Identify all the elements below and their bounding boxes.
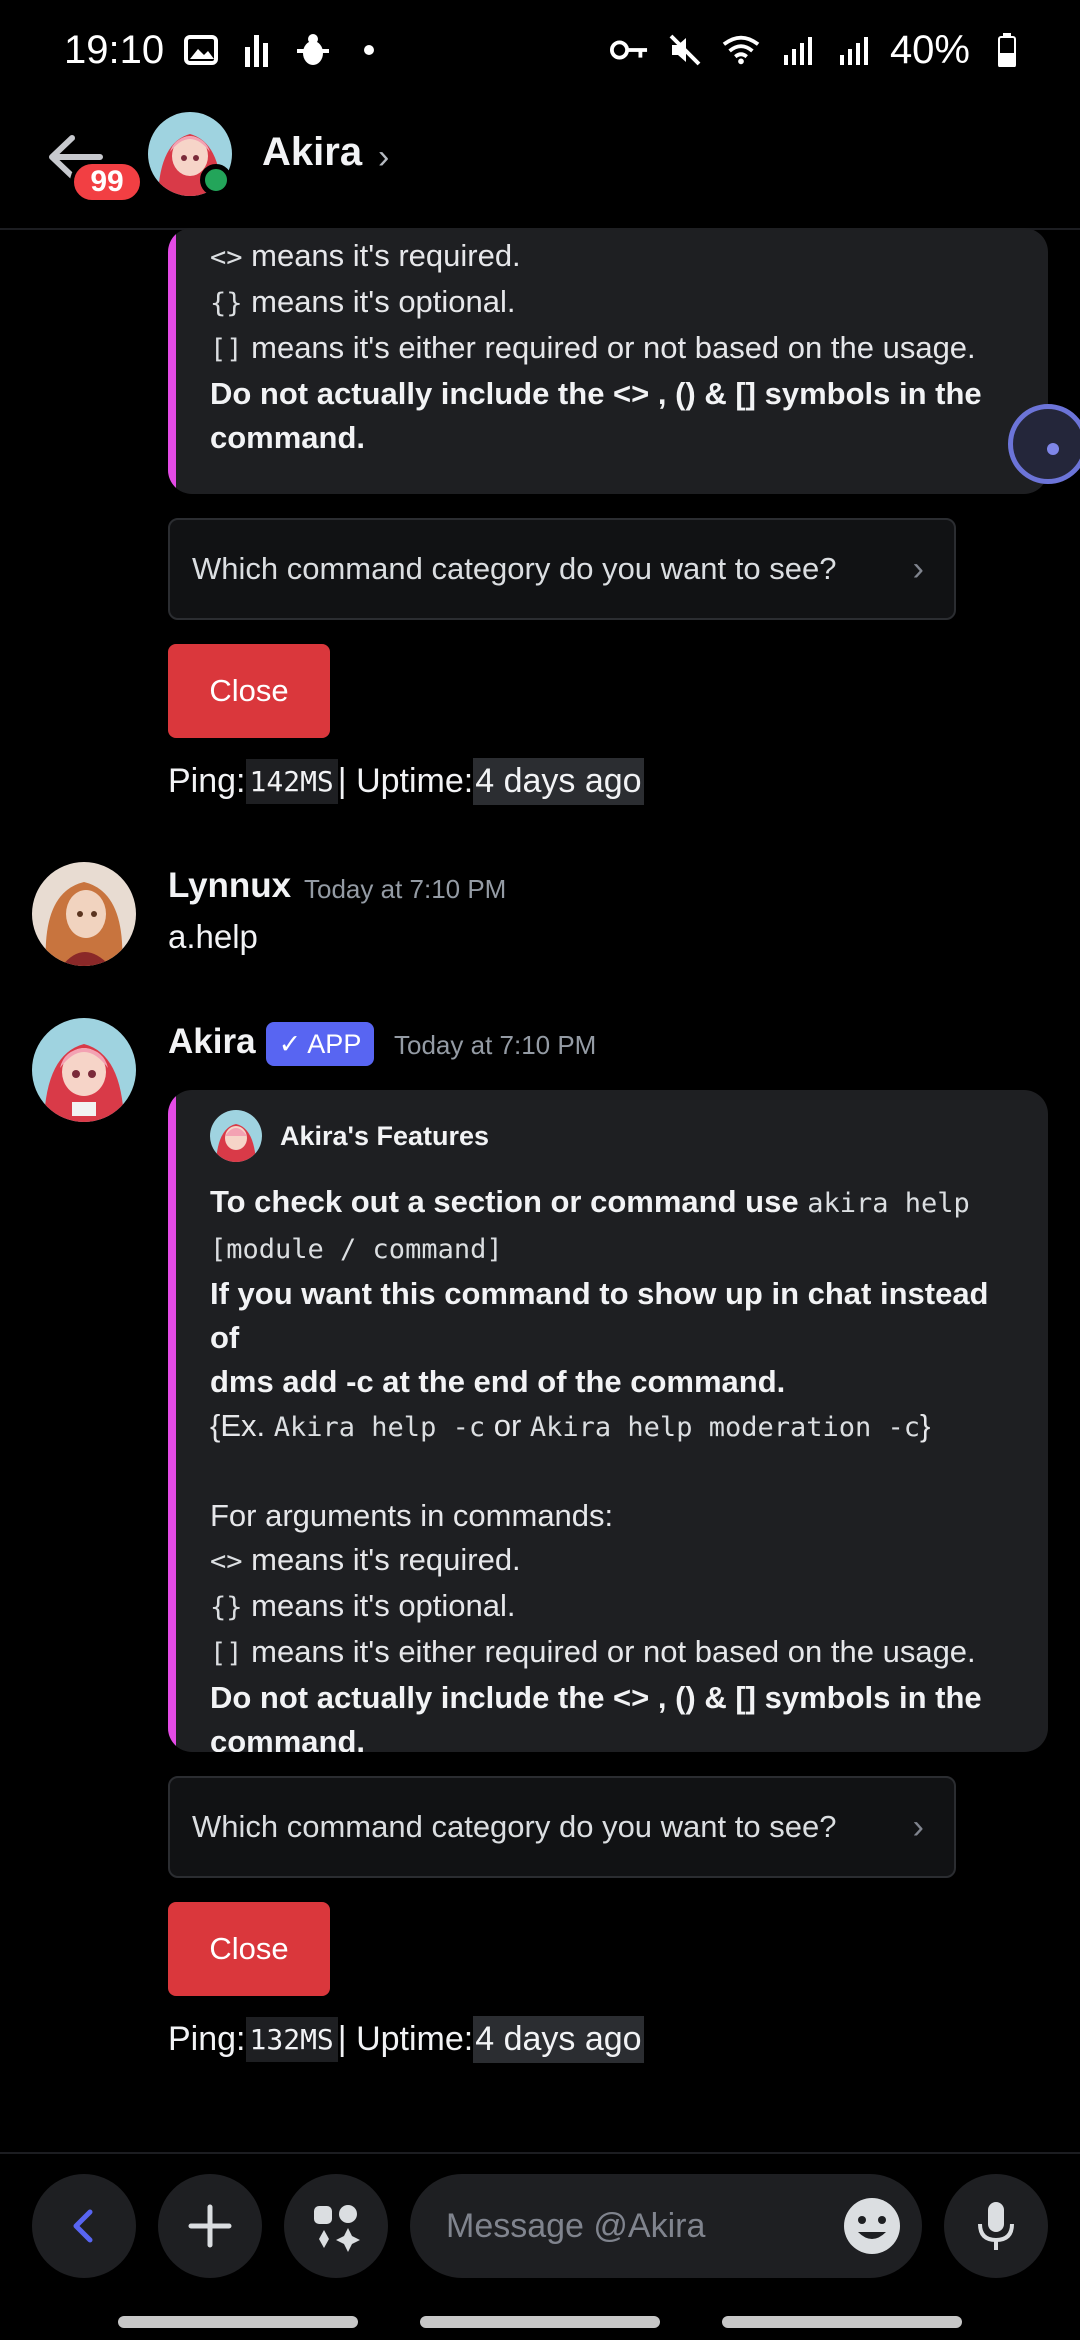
signal-icon	[834, 31, 872, 69]
navigation-bar	[0, 2302, 1080, 2340]
embed-line: dms add -c at the end of the command.	[210, 1364, 786, 1399]
battery-percent: 40%	[889, 27, 970, 72]
message-author[interactable]: Lynnux	[168, 866, 291, 906]
embed-warning: Do not actually include the <> , () & []…	[210, 1680, 982, 1715]
status-bar: 19:10 40%	[0, 0, 1080, 100]
signal-icon	[778, 31, 816, 69]
channel-name[interactable]: Akira	[262, 130, 362, 175]
message-timestamp: Today at 7:10 PM	[304, 874, 507, 904]
message-content: a.help	[168, 918, 258, 955]
floating-bubble[interactable]	[1008, 404, 1080, 484]
emoji-icon[interactable]	[840, 2194, 904, 2258]
gallery-icon	[182, 31, 220, 69]
embed-card: <> means it's required. {} means it's op…	[168, 228, 1048, 494]
embed-line: {} means it's optional.	[210, 1588, 516, 1623]
embed-warning: command.	[210, 1724, 366, 1752]
chevron-right-icon[interactable]: ›	[378, 138, 389, 177]
clock: 19:10	[64, 27, 165, 72]
key-icon	[609, 31, 648, 69]
embed-line: {} means it's optional.	[210, 284, 516, 319]
message-input-placeholder: Message @Akira	[446, 2206, 706, 2245]
chevron-right-icon: ›	[912, 550, 924, 588]
uptime-value: 4 days ago	[473, 758, 644, 805]
unread-badge: 99	[70, 160, 144, 204]
embed-author: Akira's Features	[210, 1110, 1012, 1162]
message-input[interactable]: Message @Akira	[410, 2174, 922, 2278]
embed-line: <> means it's required.	[210, 1542, 521, 1577]
embed-line: [] means it's either required or not bas…	[210, 1634, 976, 1669]
command-category-select[interactable]: Which command category do you want to se…	[168, 518, 956, 620]
ping-value: 132MS	[245, 2017, 338, 2062]
apps-button[interactable]	[284, 2174, 388, 2278]
add-attachment-button[interactable]	[158, 2174, 262, 2278]
avatar[interactable]	[32, 1018, 136, 1122]
embed-line: [] means it's either required or not bas…	[210, 330, 976, 365]
close-button[interactable]: Close	[168, 1902, 330, 1996]
voice-message-button[interactable]	[944, 2174, 1048, 2278]
battery-icon	[988, 31, 1026, 69]
embed-accent-bar	[168, 1090, 176, 1752]
chat-header: 99 Akira ›	[0, 100, 1080, 230]
ping-value: 142MS	[245, 759, 338, 804]
collapse-button[interactable]	[32, 2174, 136, 2278]
nav-pill-left[interactable]	[118, 2316, 358, 2328]
embed-accent-bar	[168, 228, 176, 494]
nav-pill-right[interactable]	[722, 2316, 962, 2328]
mute-icon	[666, 31, 704, 69]
embed-warning: command.	[210, 420, 366, 455]
plus-icon	[188, 2204, 232, 2248]
message-timestamp: Today at 7:10 PM	[394, 1030, 597, 1060]
embed-line: If you want this command to show up in c…	[210, 1276, 989, 1355]
message-author[interactable]: Akira	[168, 1022, 256, 1062]
avatar[interactable]	[32, 862, 136, 966]
nav-pill-home[interactable]	[420, 2316, 660, 2328]
select-placeholder: Which command category do you want to se…	[192, 551, 837, 586]
embed-line: For arguments in commands:	[210, 1498, 614, 1533]
embed-line: [module / command]	[210, 1234, 503, 1265]
embed-author-avatar	[210, 1110, 262, 1162]
embed-card: Akira's Features To check out a section …	[168, 1090, 1048, 1752]
select-placeholder: Which command category do you want to se…	[192, 1809, 837, 1844]
close-button[interactable]: Close	[168, 644, 330, 738]
embed-warning: Do not actually include the <> , () & []…	[210, 376, 982, 411]
embed-line: To check out a section or command use ak…	[210, 1184, 970, 1219]
stats-icon	[238, 31, 276, 69]
embed-author-name: Akira's Features	[280, 1121, 490, 1151]
check-icon: ✓	[278, 1028, 302, 1059]
embed-line: <> means it's required.	[210, 238, 521, 273]
ping-line: Ping: 132MS | Uptime: 4 days ago	[168, 2016, 644, 2063]
app-badge: ✓ APP	[266, 1022, 374, 1066]
ping-line: Ping: 142MS | Uptime: 4 days ago	[168, 758, 644, 805]
dot-icon	[350, 31, 388, 69]
online-status-indicator	[200, 164, 232, 196]
bug-icon	[294, 31, 332, 69]
apps-icon	[314, 2205, 360, 2252]
wifi-icon	[722, 31, 760, 69]
microphone-icon	[978, 2202, 1014, 2250]
embed-line: {Ex. Akira help -c or Akira help moderat…	[210, 1408, 931, 1443]
command-category-select[interactable]: Which command category do you want to se…	[168, 1776, 956, 1878]
chevron-right-icon: ›	[912, 1808, 924, 1846]
chevron-left-icon	[73, 2209, 93, 2243]
uptime-value: 4 days ago	[473, 2016, 644, 2063]
message-composer: Message @Akira	[0, 2152, 1080, 2302]
